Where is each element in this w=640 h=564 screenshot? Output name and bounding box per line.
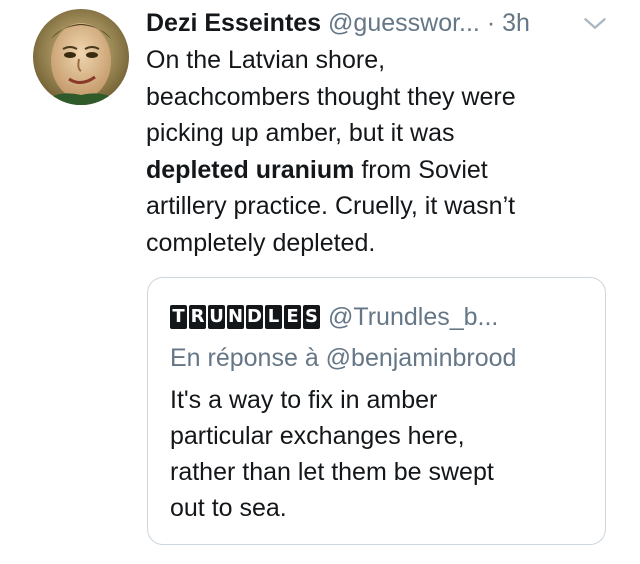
quoted-body-line: particular exchanges here, <box>170 422 465 450</box>
reply-to-line[interactable]: En réponse à @benjaminbrood <box>170 340 516 376</box>
chevron-down-icon[interactable] <box>582 15 608 32</box>
quoted-tweet-header: T R U N D L E S @Trundles_b... <box>170 300 498 334</box>
logo-letter: S <box>303 305 320 329</box>
handle[interactable]: @guesswor... <box>328 9 480 37</box>
tweet-body-line: depleted uranium from Soviet <box>146 152 616 189</box>
logo-letter: E <box>284 305 301 329</box>
tweet-body-line: picking up amber, but it was <box>146 119 455 147</box>
logo-letter: L <box>265 305 282 329</box>
tweet-body-after-bold: from Soviet <box>354 155 488 184</box>
quoted-tweet-body: It's a way to fix in amber particular ex… <box>170 382 590 526</box>
logo-letter: N <box>227 305 244 329</box>
avatar-portrait-icon <box>33 9 129 105</box>
avatar[interactable] <box>33 9 129 105</box>
quoted-body-line: It's a way to fix in amber <box>170 386 438 414</box>
tweet-header: Dezi Esseintes @guesswor... · 3h <box>146 6 626 40</box>
tweet-body-line: artillery practice. Cruelly, it wasn’t <box>146 192 516 220</box>
quoted-body-line: rather than let them be swept <box>170 458 494 486</box>
tweet-body-line: On the Latvian shore, <box>146 46 386 74</box>
logo-letter: D <box>246 305 263 329</box>
timestamp[interactable]: 3h <box>502 9 530 37</box>
tweet-body-bold: depleted uranium <box>146 155 355 184</box>
tweet-body: On the Latvian shore, beachcombers thoug… <box>146 42 616 261</box>
tweet[interactable]: Dezi Esseintes @guesswor... · 3h On the … <box>0 0 640 564</box>
logo-letter: R <box>189 305 206 329</box>
logo-letter: U <box>208 305 225 329</box>
quoted-handle[interactable]: @Trundles_b... <box>328 300 498 334</box>
display-name[interactable]: Dezi Esseintes <box>146 9 321 37</box>
trundles-logo[interactable]: T R U N D L E S <box>170 305 320 329</box>
tweet-body-line: completely depleted. <box>146 228 376 257</box>
separator: · <box>486 9 496 37</box>
logo-letter: T <box>170 305 187 329</box>
tweet-body-line: beachcombers thought they were <box>146 82 516 111</box>
quoted-body-line: out to sea. <box>170 494 287 522</box>
quoted-tweet[interactable]: T R U N D L E S @Trundles_b... En répons… <box>147 277 606 545</box>
